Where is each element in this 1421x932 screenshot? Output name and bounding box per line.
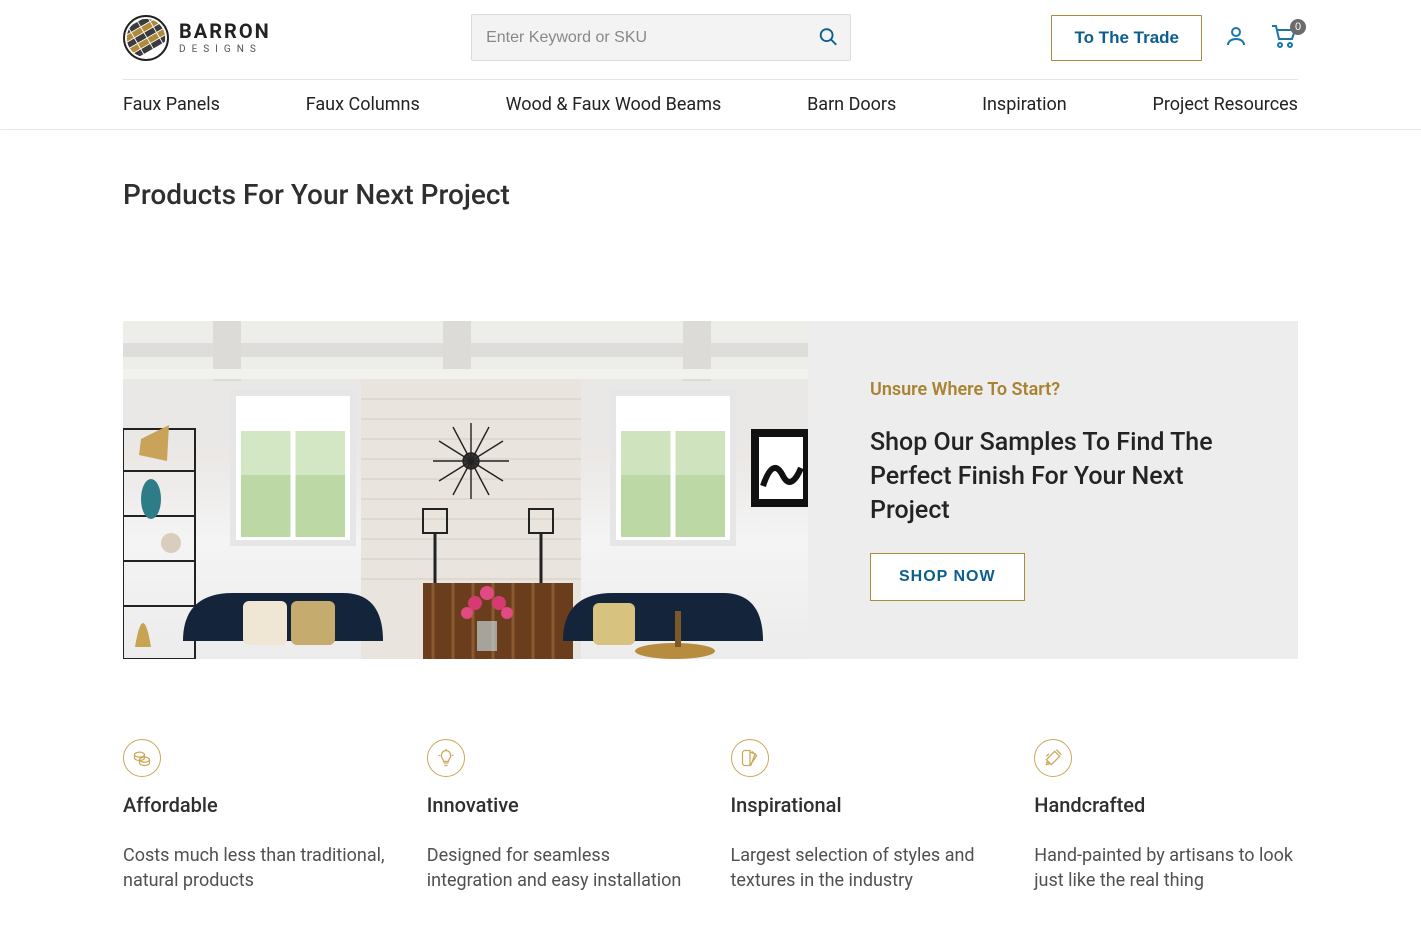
brand-subtitle: DESIGNS [179, 45, 271, 55]
nav-barn-doors[interactable]: Barn Doors [807, 94, 896, 115]
samples-banner: Unsure Where To Start? Shop Our Samples … [123, 321, 1298, 659]
account-button[interactable] [1224, 24, 1248, 51]
features-row: Affordable Costs much less than traditio… [123, 739, 1298, 893]
banner-eyebrow: Unsure Where To Start? [870, 379, 1240, 400]
feature-title: Inspirational [731, 793, 995, 817]
page-title: Products For Your Next Project [123, 178, 1298, 211]
nav-faux-panels[interactable]: Faux Panels [123, 94, 220, 115]
brand-name: BARRON [179, 21, 271, 41]
shop-now-button[interactable]: SHOP NOW [870, 553, 1025, 601]
feature-handcrafted: Handcrafted Hand-painted by artisans to … [1034, 739, 1298, 893]
nav-project-resources[interactable]: Project Resources [1152, 94, 1297, 115]
to-the-trade-button[interactable]: To The Trade [1051, 15, 1202, 61]
coins-icon [123, 739, 161, 777]
feature-inspirational: Inspirational Largest selection of style… [731, 739, 995, 893]
primary-nav: Faux Panels Faux Columns Wood & Faux Woo… [123, 80, 1298, 129]
search-button[interactable] [811, 19, 845, 56]
feature-title: Affordable [123, 793, 387, 817]
cart-count-badge: 0 [1290, 19, 1306, 35]
swatch-icon [731, 739, 769, 777]
nav-faux-columns[interactable]: Faux Columns [306, 94, 420, 115]
feature-affordable: Affordable Costs much less than traditio… [123, 739, 387, 893]
banner-heading: Shop Our Samples To Find The Perfect Fin… [870, 426, 1240, 527]
nav-inspiration[interactable]: Inspiration [982, 94, 1067, 115]
feature-title: Innovative [427, 793, 691, 817]
search-input[interactable] [471, 14, 851, 61]
feature-desc: Hand-painted by artisans to look just li… [1034, 843, 1298, 893]
banner-image [123, 321, 808, 659]
feature-desc: Largest selection of styles and textures… [731, 843, 995, 893]
tools-icon [1034, 739, 1072, 777]
brand-logo-icon [123, 15, 169, 61]
feature-title: Handcrafted [1034, 793, 1298, 817]
feature-innovative: Innovative Designed for seamless integra… [427, 739, 691, 893]
brand-logo[interactable]: BARRON DESIGNS [123, 15, 271, 61]
user-icon [1224, 24, 1248, 48]
cart-button[interactable]: 0 [1270, 23, 1298, 52]
feature-desc: Designed for seamless integration and ea… [427, 843, 691, 893]
lightbulb-icon [427, 739, 465, 777]
nav-wood-beams[interactable]: Wood & Faux Wood Beams [506, 94, 722, 115]
feature-desc: Costs much less than traditional, natura… [123, 843, 387, 893]
